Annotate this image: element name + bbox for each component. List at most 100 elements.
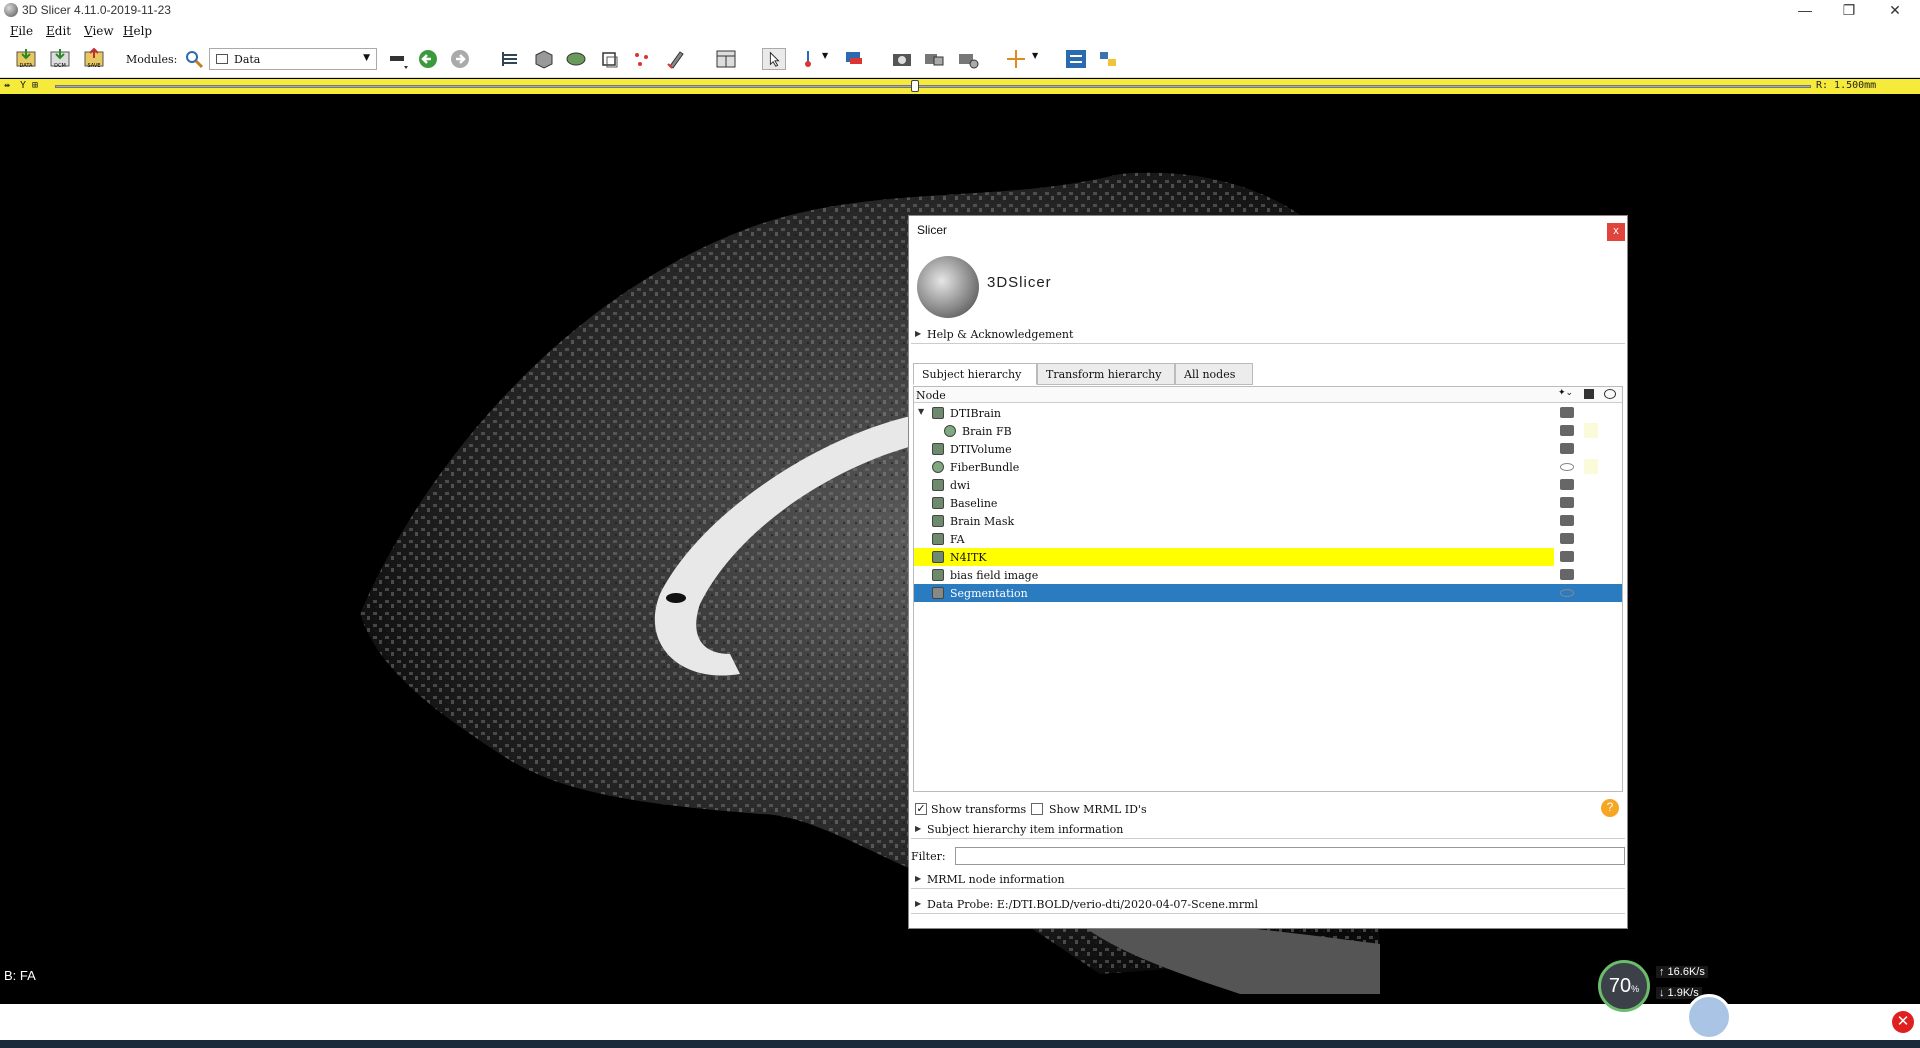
tab-all-nodes[interactable]: All nodes [1175, 363, 1253, 385]
view-link-icon[interactable] [842, 48, 866, 70]
panel-close-button[interactable]: x [1607, 223, 1625, 241]
tree-row-label: N4ITK [950, 551, 987, 564]
menu-edit[interactable]: Edit [46, 24, 71, 38]
tree-row[interactable]: bias field image [914, 566, 1622, 584]
show-transforms-checkbox[interactable]: ✓ [915, 803, 927, 815]
color-swatch[interactable] [1584, 459, 1598, 474]
slice-offset-slider-track[interactable] [55, 85, 1811, 88]
data-probe-section[interactable]: ▶ Data Probe: E:/DTI.BOLD/verio-dti/2020… [911, 896, 1625, 914]
transform-column-icon[interactable] [1604, 389, 1616, 399]
tree-row-name-cell: bias field image [914, 566, 1554, 584]
tree-row[interactable]: ▼ DTIBrain [914, 404, 1622, 422]
tree-row-label: bias field image [950, 569, 1039, 582]
close-window-button[interactable]: ✕ [1874, 0, 1916, 22]
module-selector[interactable]: Data ▼ [209, 48, 377, 70]
crosshair-icon[interactable] [1004, 48, 1028, 70]
layout-icon[interactable] [714, 48, 738, 70]
module-history-icon[interactable] [386, 48, 410, 70]
slice-offset-slider-thumb[interactable] [911, 80, 920, 92]
python-console-icon[interactable] [1096, 48, 1120, 70]
extension-manager-icon[interactable] [1064, 48, 1088, 70]
crosshair-dropdown-icon[interactable]: ▼ [1032, 51, 1038, 60]
assistant-robot-icon[interactable] [1686, 994, 1732, 1040]
fiber-icon [944, 425, 956, 437]
menu-view[interactable]: View [84, 24, 114, 38]
markups-icon[interactable] [630, 48, 654, 70]
filter-input[interactable] [955, 847, 1625, 865]
visibility-toggle-icon[interactable] [1560, 479, 1574, 490]
help-question-icon[interactable]: ? [1601, 799, 1619, 817]
tab-transform-hierarchy[interactable]: Transform hierarchy [1037, 363, 1175, 385]
place-fiducial-icon[interactable] [796, 48, 820, 70]
visibility-toggle-icon[interactable] [1560, 497, 1574, 508]
load-dicom-icon[interactable]: DCM [48, 48, 72, 70]
load-data-icon[interactable]: DATA [14, 48, 38, 70]
mrml-node-info-section[interactable]: ▶ MRML node information [911, 871, 1625, 889]
menu-bar: File Edit View Help [0, 22, 1920, 42]
pin-icon[interactable]: ⇹ [4, 80, 10, 91]
visibility-toggle-icon[interactable] [1560, 407, 1574, 418]
tree-row-name-cell: Brain Mask [914, 512, 1554, 530]
show-mrml-ids-checkbox[interactable] [1031, 803, 1043, 815]
show-mrml-ids-label: Show MRML ID's [1049, 803, 1147, 816]
tree-row[interactable]: Baseline [914, 494, 1622, 512]
tree-row[interactable]: DTIVolume [914, 440, 1622, 458]
help-acknowledgement-section[interactable]: ▶ Help & Acknowledgement [911, 326, 1625, 344]
screenshot-icon[interactable] [890, 48, 914, 70]
models-icon[interactable] [564, 48, 588, 70]
editor-icon[interactable] [664, 48, 688, 70]
tree-row-label: Brain FB [962, 425, 1012, 438]
expand-arrow-icon[interactable]: ▼ [918, 407, 924, 416]
module-search-icon[interactable] [182, 48, 206, 70]
cpu-usage-gauge: 70% [1598, 960, 1650, 1012]
node-column-header[interactable]: Node [916, 389, 946, 402]
tab-subject-hierarchy[interactable]: Subject hierarchy [913, 363, 1037, 385]
pointer-mode-icon[interactable] [762, 48, 786, 70]
visibility-column-icon[interactable]: ✦⌄ [1558, 388, 1573, 398]
color-swatch[interactable] [1584, 423, 1598, 438]
scene-view-icon[interactable] [922, 48, 946, 70]
tree-row[interactable]: N4ITK [914, 548, 1622, 566]
data-tree-icon[interactable] [498, 48, 522, 70]
visibility-toggle-icon[interactable] [1560, 551, 1574, 562]
chevron-right-icon: ▶ [915, 899, 922, 908]
visibility-toggle-icon[interactable] [1560, 425, 1574, 436]
filter-row: Filter: [909, 846, 1629, 866]
chevron-right-icon: ▶ [915, 874, 922, 883]
menu-file[interactable]: File [10, 24, 33, 38]
place-mode-dropdown-icon[interactable]: ▼ [822, 51, 828, 60]
eye-icon[interactable] [1560, 589, 1574, 597]
transforms-icon[interactable] [598, 48, 622, 70]
minimize-button[interactable]: — [1784, 0, 1826, 22]
tree-row[interactable]: Segmentation [914, 584, 1622, 602]
upload-speed: ↑ 16.6K/s [1656, 966, 1708, 978]
slicer-logo-icon [917, 256, 979, 318]
tree-row[interactable]: Brain FB [914, 422, 1622, 440]
tree-row[interactable]: Brain Mask [914, 512, 1622, 530]
eye-icon[interactable] [1560, 463, 1574, 471]
back-arrow-icon[interactable] [416, 48, 440, 70]
color-column-icon[interactable] [1584, 389, 1594, 399]
menu-help[interactable]: Help [123, 24, 152, 38]
subject-hierarchy-tree[interactable]: Node ✦⌄ ▼ DTIBrain Brain FB DTIVolume FiberB… [913, 386, 1623, 792]
volumes-icon[interactable] [532, 48, 556, 70]
maximize-button[interactable]: ❐ [1828, 0, 1870, 22]
tree-row[interactable]: FiberBundle [914, 458, 1622, 476]
visibility-toggle-icon[interactable] [1560, 515, 1574, 526]
capture-scene-icon[interactable] [956, 48, 980, 70]
forward-arrow-icon[interactable] [448, 48, 472, 70]
volume-icon [932, 479, 944, 491]
volume-icon [932, 569, 944, 581]
link-icon[interactable]: ⊞ [32, 80, 38, 91]
tree-row[interactable]: dwi [914, 476, 1622, 494]
module-selector-value: Data [234, 53, 261, 66]
save-icon[interactable]: SAVE [82, 48, 106, 70]
panel-title: Slicer [917, 223, 948, 237]
visibility-toggle-icon[interactable] [1560, 443, 1574, 454]
visibility-toggle-icon[interactable] [1560, 569, 1574, 580]
close-circle-icon[interactable]: ✕ [1892, 1011, 1914, 1033]
tree-row[interactable]: FA [914, 530, 1622, 548]
visibility-toggle-icon[interactable] [1560, 533, 1574, 544]
subject-hierarchy-item-info-section[interactable]: ▶ Subject hierarchy item information [911, 821, 1625, 839]
slice-offset-bar: ⇹ Y ⊞ R: 1.500mm [0, 79, 1920, 94]
